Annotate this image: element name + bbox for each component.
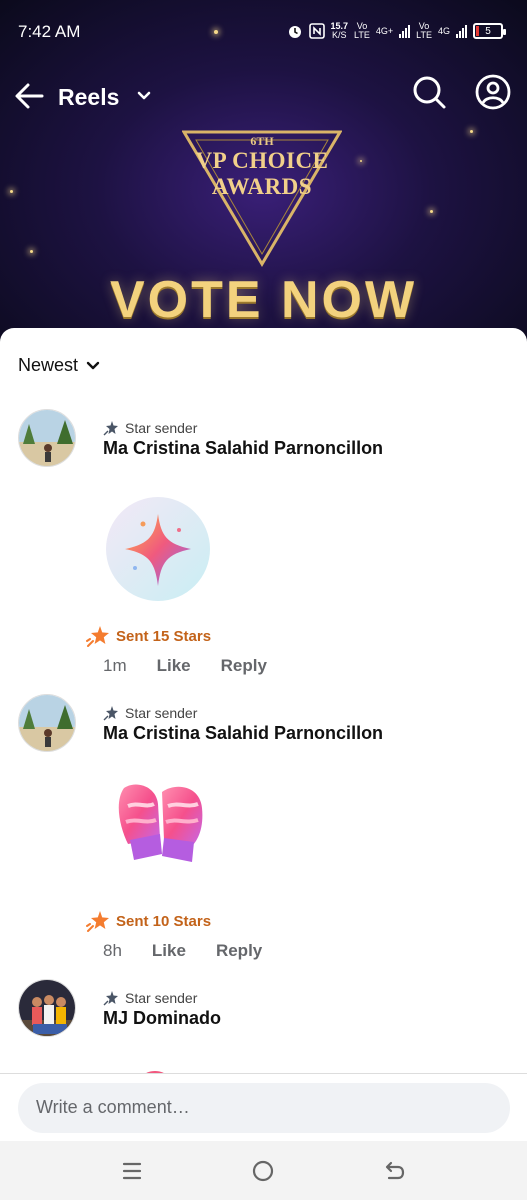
star-sender-badge: Star sender — [103, 990, 197, 1006]
mittens-sticker — [118, 784, 203, 862]
comment-actions: 1m Like Reply — [103, 656, 267, 676]
signal-2-icon — [456, 24, 467, 38]
comment-time: 8h — [103, 941, 122, 960]
profile-icon[interactable] — [475, 74, 511, 110]
status-bar: 7:42 AM 15.7 K/S Vo LTE 4G+ Vo LTE 4G 5 — [0, 0, 527, 66]
volte-2-bottom: LTE — [416, 30, 432, 40]
badge-label: Star sender — [125, 990, 198, 1006]
reply-button[interactable]: Reply — [216, 941, 262, 961]
system-nav-bar — [0, 1141, 527, 1200]
star-sender-icon — [103, 706, 118, 721]
battery-level: 5 — [485, 25, 491, 37]
chevron-down-icon — [86, 361, 100, 369]
chevron-down-icon[interactable] — [136, 88, 152, 104]
avatar[interactable] — [18, 694, 76, 752]
recent-apps-icon[interactable] — [120, 1159, 144, 1183]
commenter-name[interactable]: MJ Dominado — [103, 1008, 221, 1029]
like-button[interactable]: Like — [157, 656, 191, 676]
star-sender-icon — [103, 421, 118, 436]
sort-label: Newest — [18, 355, 79, 375]
signal-1-icon — [399, 24, 411, 38]
sent-stars-label: Sent 10 Stars — [86, 909, 211, 933]
comment-input[interactable]: Write a comment… — [18, 1083, 510, 1133]
back-arrow-icon[interactable] — [12, 78, 48, 114]
back-icon[interactable] — [382, 1159, 406, 1183]
network-type-1-label: 4G+ — [375, 25, 394, 36]
network-type-2-label: 4G — [437, 25, 450, 36]
reels-header: Reels — [0, 74, 527, 120]
commenter-name[interactable]: Ma Cristina Salahid Parnoncillon — [103, 438, 383, 459]
avatar[interactable] — [18, 409, 76, 467]
home-icon[interactable] — [251, 1159, 275, 1183]
nfc-icon — [308, 23, 325, 39]
vote-now-text: VOTE NOW — [109, 271, 418, 329]
sent-stars-text: Sent 10 Stars — [116, 912, 212, 930]
avatar[interactable] — [18, 979, 76, 1037]
commenter-name[interactable]: Ma Cristina Salahid Parnoncillon — [103, 723, 383, 744]
speed-unit: K/S — [332, 30, 347, 40]
star-sender-badge: Star sender — [103, 705, 197, 721]
alarm-icon — [288, 26, 301, 38]
comments-sheet: Newest Star sender Ma Cristina Salahid P… — [0, 328, 527, 1141]
award-edition: 6TH — [250, 134, 274, 148]
star-icon — [86, 911, 109, 932]
comment-composer-bar: Write a comment… — [0, 1073, 527, 1141]
sent-stars-text: Sent 15 Stars — [116, 627, 212, 645]
award-name: VP CHOICE — [195, 148, 329, 173]
status-icons: 15.7 K/S Vo LTE 4G+ Vo LTE 4G 5 — [287, 22, 506, 40]
badge-label: Star sender — [125, 705, 198, 721]
page-title[interactable]: Reels — [58, 84, 119, 111]
sent-stars-label: Sent 15 Stars — [86, 624, 211, 648]
sparkle-star-sticker — [106, 497, 210, 601]
comment-time: 1m — [103, 656, 127, 675]
award-word: AWARDS — [211, 174, 313, 199]
volte-1: Vo LTE — [354, 22, 370, 40]
network-speed: 15.7 K/S — [331, 22, 349, 40]
badge-label: Star sender — [125, 420, 198, 436]
star-sender-icon — [103, 991, 118, 1006]
status-time: 7:42 AM — [18, 22, 81, 41]
battery-icon: 5 — [473, 23, 506, 39]
network-type-1: 4G+ — [375, 25, 394, 36]
like-button[interactable]: Like — [152, 941, 186, 961]
search-icon[interactable] — [411, 74, 447, 110]
comment-actions: 8h Like Reply — [103, 941, 262, 961]
reply-button[interactable]: Reply — [221, 656, 267, 676]
star-sender-badge: Star sender — [103, 420, 197, 436]
sort-dropdown[interactable]: Newest — [18, 355, 100, 376]
network-type-2: 4G — [437, 25, 450, 36]
star-icon — [86, 626, 109, 647]
volte-1-bottom: LTE — [354, 30, 370, 40]
volte-2: Vo LTE — [416, 22, 432, 40]
